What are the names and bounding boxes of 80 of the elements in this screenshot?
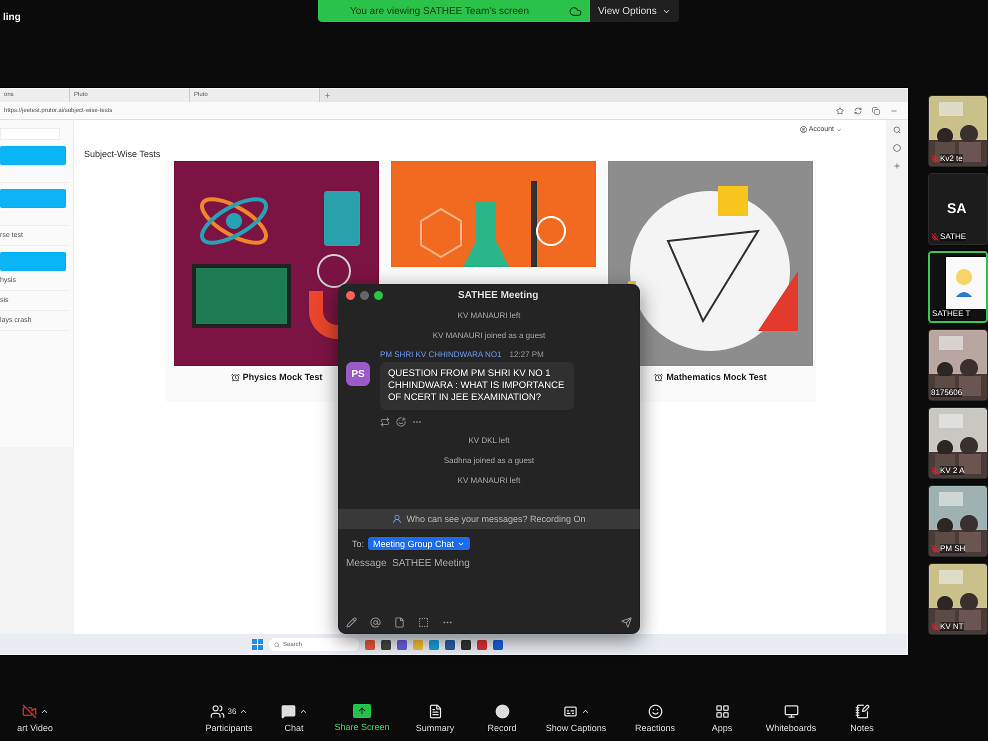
window-title: SATHEE Meeting: [458, 290, 538, 300]
participant-name: KV 2 A: [940, 466, 964, 475]
system-message: KV MANAURI joined as a guest: [432, 330, 546, 342]
banner-text: You are viewing SATHEE Team's screen: [350, 6, 530, 16]
plus-icon[interactable]: [893, 162, 901, 170]
copy-icon[interactable]: [872, 106, 880, 114]
page-heading: Subject-Wise Tests: [84, 149, 162, 159]
maximize-button[interactable]: [374, 290, 383, 300]
toolbar-button[interactable]: Chat: [264, 704, 324, 732]
person-icon: [392, 514, 402, 524]
toolbar-button[interactable]: Share Screen: [324, 704, 400, 732]
system-message: KV MANAURI left: [458, 475, 520, 487]
system-message: Sadhna joined as a guest: [444, 455, 534, 467]
recipient-dropdown[interactable]: Meeting Group Chat: [368, 537, 470, 550]
pencil-icon[interactable]: [346, 617, 357, 628]
cloud-icon: [569, 4, 582, 18]
clock-icon: [230, 372, 240, 382]
participant-tile[interactable]: SATHEE T: [928, 251, 988, 323]
search-icon[interactable]: [893, 126, 901, 134]
document-icon: [428, 704, 442, 718]
participant-name: 8175606: [931, 388, 962, 397]
video-off-icon: [22, 704, 36, 718]
star-icon[interactable]: [836, 106, 844, 114]
participant-tile[interactable]: PM SH: [928, 485, 988, 557]
clock-icon: [654, 372, 664, 382]
mention-icon[interactable]: [370, 617, 381, 628]
windows-icon[interactable]: [252, 639, 263, 650]
participant-name: SATHE: [940, 232, 966, 241]
card-title[interactable]: Physics Mock Test: [242, 372, 322, 382]
people-icon: [210, 704, 225, 718]
circle-icon[interactable]: [893, 144, 901, 152]
participant-name: KV NT: [940, 622, 964, 631]
minimize-button[interactable]: [360, 290, 369, 300]
captions-icon: [562, 704, 578, 718]
close-button[interactable]: [346, 290, 355, 300]
toolbar-button[interactable]: Show Captions: [534, 704, 618, 732]
card-title[interactable]: Mathematics Mock Test: [666, 372, 767, 382]
toolbar-button[interactable]: 36 Participants: [194, 704, 264, 732]
file-icon[interactable]: [394, 617, 405, 628]
apps-icon: [714, 704, 730, 718]
toolbar-button[interactable]: Notes: [830, 704, 894, 732]
participant-initials: SA: [947, 200, 966, 216]
participant-tile[interactable]: SA SATHE: [928, 173, 988, 245]
add-reaction-icon[interactable]: [396, 417, 406, 427]
message-field[interactable]: Message SATHEE Meeting: [346, 556, 632, 570]
toolbar-button[interactable]: Summary: [400, 704, 470, 732]
chat-icon: [280, 704, 296, 718]
participant-tile[interactable]: KV NT: [928, 563, 988, 635]
toolbar-button[interactable]: art Video: [0, 704, 70, 732]
search-icon: [274, 642, 280, 648]
message-bubble: QUESTION FROM PM SHRI KV NO 1 CHHINDWARA : WHAT IS IMPORTANCE OF NCERT IN JEE EXAMINATION?: [380, 362, 574, 410]
message-time: 12:27 PM: [510, 350, 544, 359]
avatar: PS: [346, 362, 370, 386]
toolbar-button[interactable]: Record: [470, 704, 534, 732]
smiley-icon: [648, 704, 662, 718]
participant-tile[interactable]: Kv2 te: [928, 95, 988, 167]
record-icon: [494, 704, 510, 718]
toolbar-button[interactable]: Apps: [692, 704, 752, 732]
participant-tile[interactable]: 8175606: [928, 329, 988, 401]
reply-icon[interactable]: [380, 417, 390, 427]
participant-name: SATHEE T: [932, 309, 970, 318]
window-title: ling: [3, 12, 21, 24]
sender-name: PM SHRI KV CHHINDWARA NO1: [380, 350, 502, 359]
participant-tile[interactable]: KV 2 A: [928, 407, 988, 479]
send-icon[interactable]: [621, 617, 632, 628]
whiteboard-icon: [784, 704, 798, 718]
to-label: To:: [352, 538, 364, 548]
participant-name: PM SH: [940, 544, 966, 553]
refresh-icon[interactable]: [854, 106, 862, 114]
toolbar-button[interactable]: Whiteboards: [752, 704, 830, 732]
notes-icon: [854, 704, 870, 718]
system-message: KV MANAURI left: [458, 310, 520, 322]
share-icon: [353, 704, 371, 718]
chevron-down-icon: [836, 126, 842, 132]
user-icon: [800, 126, 807, 133]
participant-name: Kv2 te: [940, 154, 963, 163]
screenshot-icon[interactable]: [418, 617, 429, 628]
system-message: KV DKL left: [468, 435, 510, 447]
toolbar-button[interactable]: Reactions: [618, 704, 692, 732]
view-options-button[interactable]: View Options: [590, 0, 679, 22]
